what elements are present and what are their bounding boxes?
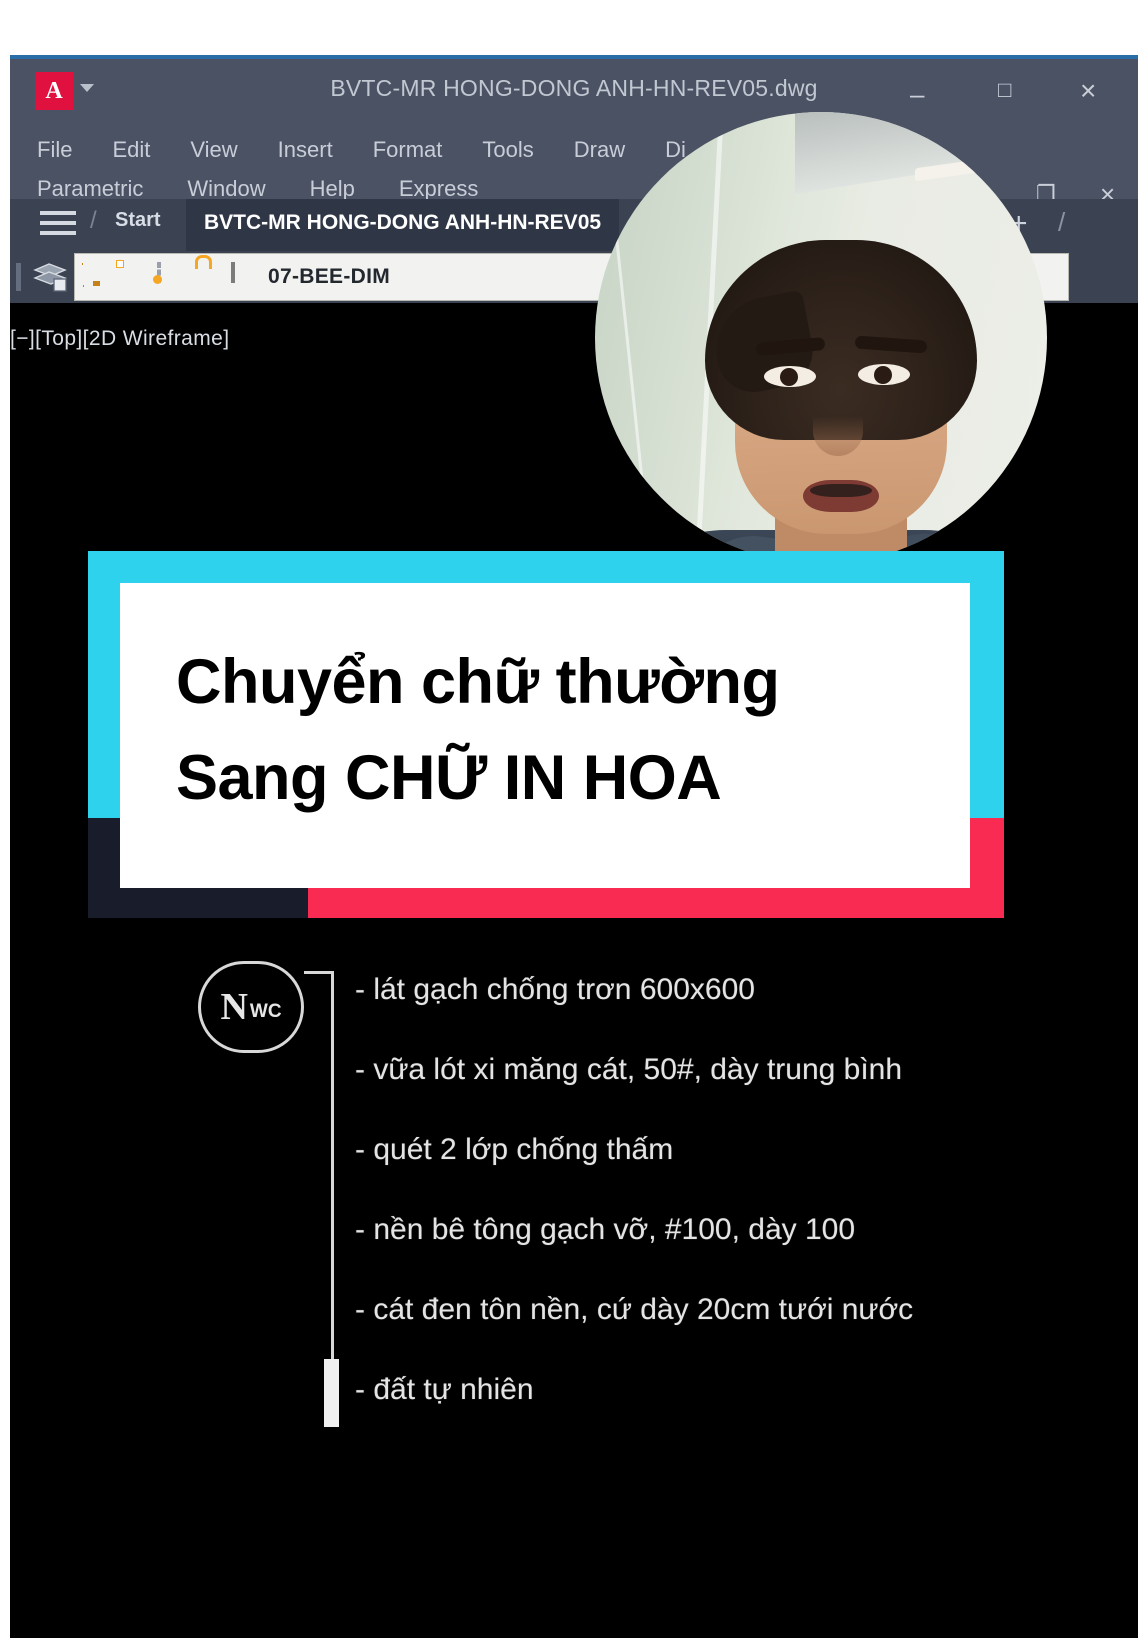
menu-item-view[interactable]: View bbox=[190, 137, 237, 163]
title-line-1: Chuyển chữ thường bbox=[176, 647, 780, 717]
presenter-webcam-circle bbox=[595, 112, 1047, 564]
tab-trailing-separator: / bbox=[1058, 207, 1066, 237]
leader-horizontal-line bbox=[304, 971, 334, 974]
annotation-line: - đất tự nhiên bbox=[355, 1373, 534, 1406]
tab-separator: / bbox=[90, 207, 97, 234]
annotation-text-block: - lát gạch chống trơn 600x600 - vữa lót … bbox=[355, 973, 1115, 1453]
window-maximize-button[interactable]: □ bbox=[998, 79, 1011, 101]
unlock-icon[interactable] bbox=[194, 264, 220, 290]
eye-right bbox=[858, 364, 910, 385]
viewport-label[interactable]: [−][Top][2D Wireframe] bbox=[10, 327, 229, 351]
tab-start[interactable]: Start bbox=[115, 209, 161, 232]
sun-icon[interactable] bbox=[120, 264, 146, 290]
annotation-line: - lát gạch chống trơn 600x600 bbox=[355, 973, 755, 1006]
bubble-number: N bbox=[220, 986, 248, 1028]
color-swatch-icon[interactable] bbox=[231, 262, 257, 290]
layer-name-label: 07-BEE-DIM bbox=[268, 265, 391, 288]
lightbulb-on-icon[interactable] bbox=[83, 264, 109, 290]
menu-item-file[interactable]: File bbox=[37, 137, 72, 163]
title-card: Chuyển chữ thường Sang CHỮ IN HOA bbox=[120, 583, 970, 888]
window-minimize-button[interactable]: – bbox=[910, 81, 924, 107]
bubble-suffix: WC bbox=[249, 1000, 282, 1022]
eye-left bbox=[764, 366, 816, 387]
leader-end-marker bbox=[324, 1359, 339, 1427]
nose bbox=[813, 390, 863, 456]
title-line-2: Sang CHỮ IN HOA bbox=[176, 742, 722, 813]
mouth bbox=[803, 480, 879, 512]
menu-item-insert[interactable]: Insert bbox=[278, 137, 333, 163]
menu-item-edit[interactable]: Edit bbox=[112, 137, 150, 163]
annotation-line: - nền bê tông gạch vỡ, #100, dày 100 bbox=[355, 1213, 856, 1246]
freeze-icon[interactable] bbox=[157, 262, 183, 290]
leader-vertical-line bbox=[331, 971, 334, 1401]
detail-bubble-symbol: N WC bbox=[198, 961, 304, 1053]
document-title: BVTC-MR HONG-DONG ANH-HN-REV05.dwg bbox=[330, 75, 818, 101]
annotation-line: - cát đen tôn nền, cứ dày 20cm tưới nước bbox=[355, 1293, 914, 1326]
tab-active-drawing[interactable]: BVTC-MR HONG-DONG ANH-HN-REV05 bbox=[186, 199, 620, 251]
toolbar-drag-handle[interactable] bbox=[16, 263, 21, 291]
hamburger-menu-icon[interactable] bbox=[40, 211, 76, 237]
menu-item-format[interactable]: Format bbox=[373, 137, 443, 163]
annotation-line: - quét 2 lớp chống thấm bbox=[355, 1133, 674, 1166]
menu-item-tools[interactable]: Tools bbox=[482, 137, 533, 163]
screenshot-root: A BVTC-MR HONG-DONG ANH-HN-REV05.dwg – □… bbox=[0, 0, 1138, 1638]
annotation-line: - vữa lót xi măng cát, 50#, dày trung bì… bbox=[355, 1053, 903, 1086]
window-close-button[interactable]: × bbox=[1080, 77, 1096, 105]
layer-properties-icon[interactable] bbox=[32, 261, 68, 293]
